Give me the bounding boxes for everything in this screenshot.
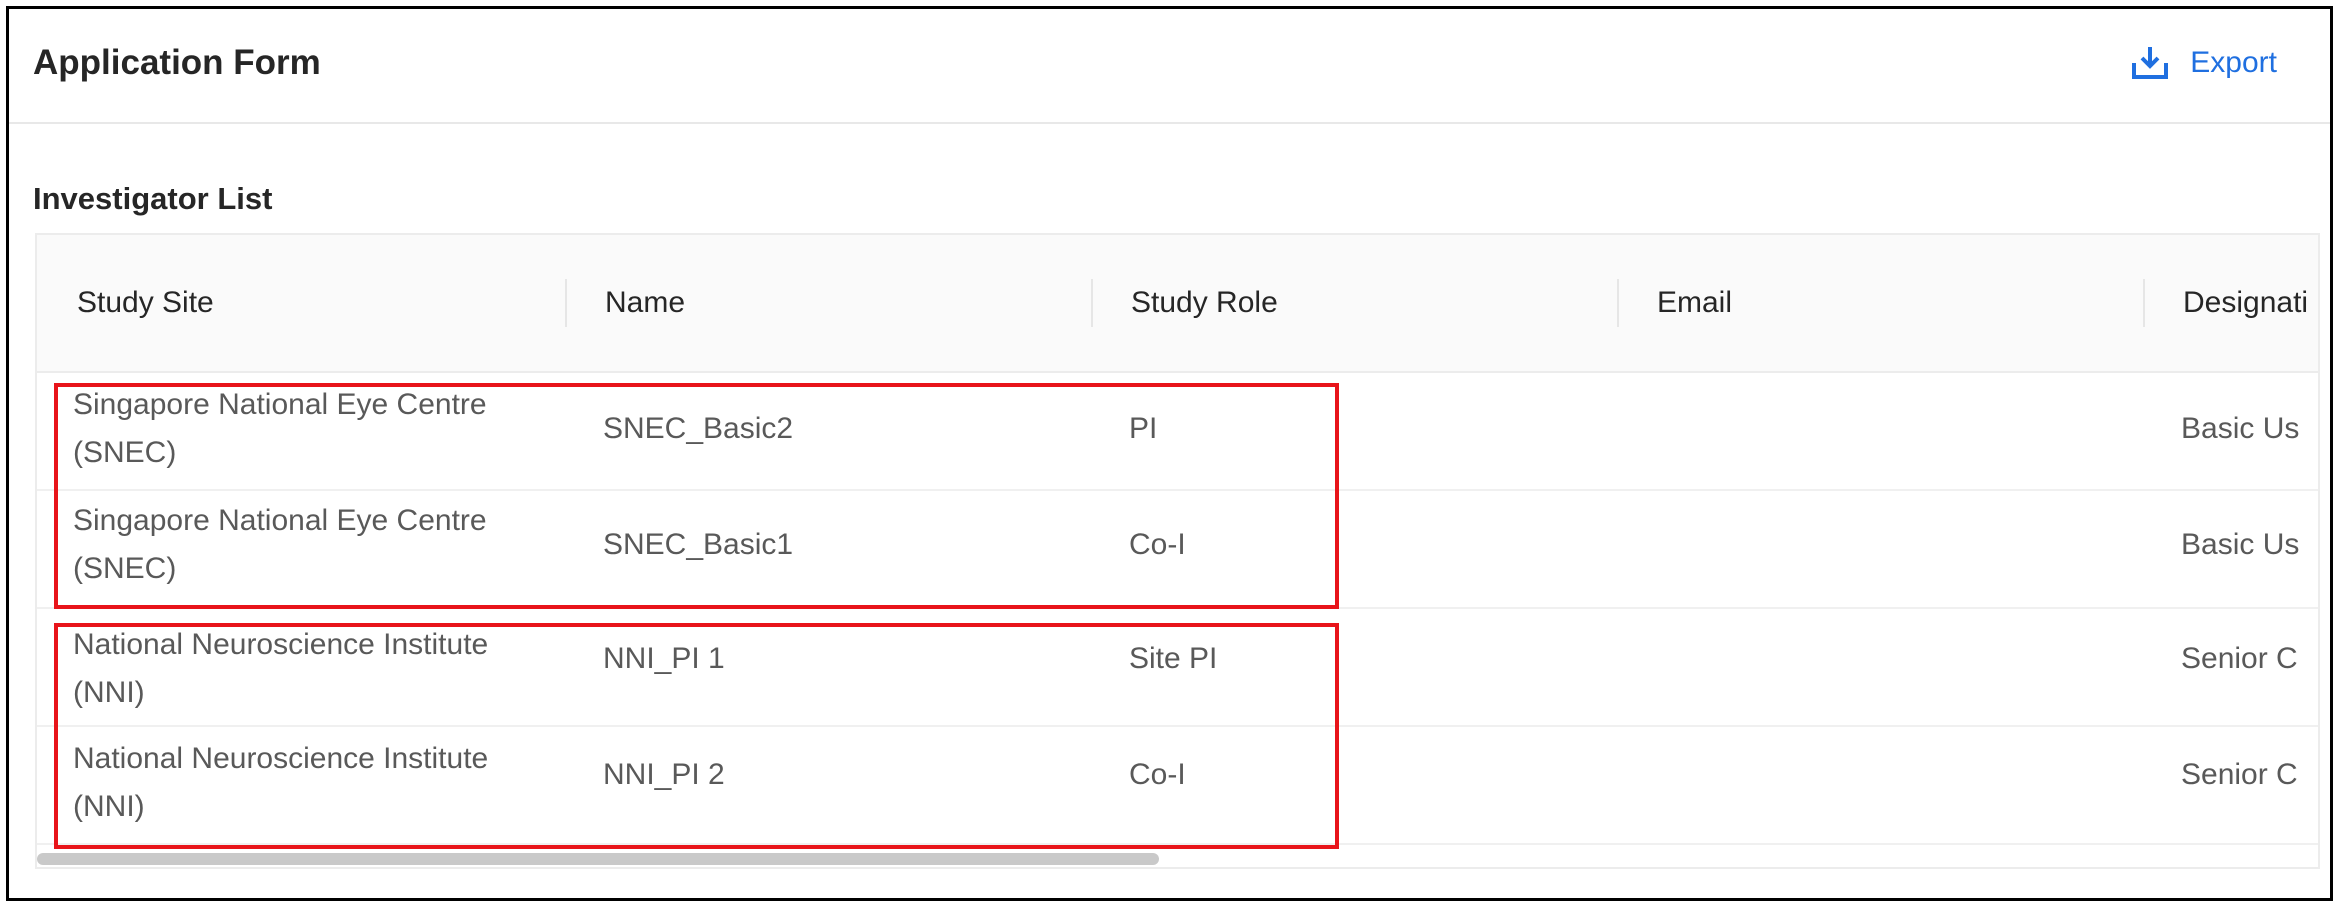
investigator-list-heading: Investigator List [33, 181, 273, 216]
export-button[interactable]: Export [2130, 41, 2277, 85]
cell-study-role: Site PI [1129, 642, 1218, 675]
column-header-study-role[interactable]: Study Role [1131, 235, 1278, 371]
cell-designation: Senior C [2181, 642, 2298, 675]
cell-study-site: Singapore National Eye Centre (SNEC) [73, 381, 543, 477]
investigator-table: Study Site Name Study Role Email Designa… [35, 233, 2320, 869]
cell-designation: Basic Us [2181, 412, 2300, 445]
cell-study-role: PI [1129, 412, 1158, 445]
scrollbar-thumb[interactable] [37, 853, 1159, 865]
download-icon [2132, 47, 2169, 79]
table-row[interactable]: National Neuroscience Institute (NNI) NN… [37, 607, 2318, 727]
cell-study-role: Co-I [1129, 528, 1186, 561]
site-name: Singapore National Eye Centre [73, 504, 487, 537]
cell-study-role: Co-I [1129, 758, 1186, 791]
horizontal-scrollbar[interactable] [37, 853, 2318, 867]
site-abbrev: (NNI) [73, 790, 145, 823]
column-divider [565, 279, 567, 327]
cell-name: SNEC_Basic1 [603, 528, 794, 561]
table-header: Study Site Name Study Role Email Designa… [37, 235, 2318, 373]
site-name: National Neuroscience Institute [73, 628, 489, 661]
cell-name: NNI_PI 2 [603, 758, 725, 791]
cell-name: SNEC_Basic2 [603, 412, 794, 445]
site-abbrev: (NNI) [73, 676, 145, 709]
column-header-email[interactable]: Email [1657, 235, 1732, 371]
site-name: National Neuroscience Institute [73, 742, 489, 775]
table-row[interactable]: National Neuroscience Institute (NNI) NN… [37, 725, 2318, 845]
cell-designation: Senior C [2181, 758, 2298, 791]
column-divider [1091, 279, 1093, 327]
column-header-study-site[interactable]: Study Site [77, 235, 214, 371]
table-row[interactable]: Singapore National Eye Centre (SNEC) SNE… [37, 489, 2318, 609]
cell-study-site: National Neuroscience Institute (NNI) [73, 621, 543, 717]
cell-designation: Basic Us [2181, 528, 2300, 561]
cell-name: NNI_PI 1 [603, 642, 725, 675]
export-label: Export [2190, 46, 2277, 79]
cell-study-site: Singapore National Eye Centre (SNEC) [73, 497, 543, 593]
column-header-name[interactable]: Name [605, 235, 685, 371]
table-row[interactable]: Singapore National Eye Centre (SNEC) SNE… [37, 371, 2318, 491]
site-abbrev: (SNEC) [73, 436, 177, 469]
page-title: Application Form [33, 43, 321, 82]
application-form-panel: Application Form Export Investigator Lis… [6, 6, 2333, 901]
panel-header: Application Form Export [9, 9, 2330, 124]
column-divider [2143, 279, 2145, 327]
site-abbrev: (SNEC) [73, 552, 177, 585]
column-header-designation[interactable]: Designati [2183, 235, 2308, 371]
site-name: Singapore National Eye Centre [73, 388, 487, 421]
cell-study-site: National Neuroscience Institute (NNI) [73, 735, 543, 831]
column-divider [1617, 279, 1619, 327]
